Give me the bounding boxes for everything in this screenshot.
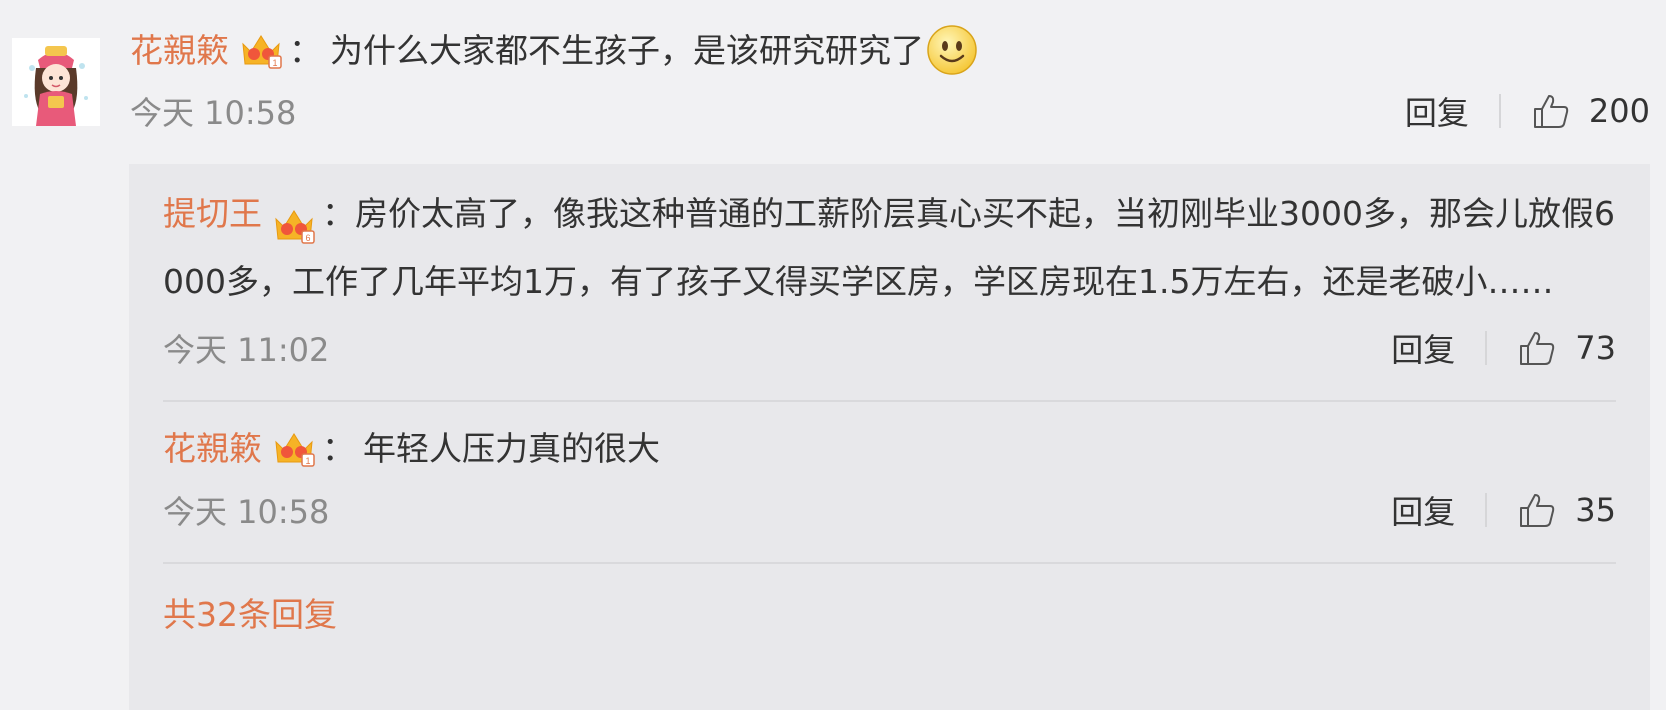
like-button[interactable]: 73	[1517, 328, 1616, 368]
comment-text: 为什么大家都不生孩子，是该研究研究了	[330, 30, 924, 70]
avatar-illustration	[12, 38, 100, 126]
reply-button[interactable]: 回复	[1391, 325, 1455, 371]
thumbs-up-icon	[1520, 494, 1555, 527]
main-comment: 花親簌 1 ： 为什么大家都不生孩子，是该研究研究了 今天 10:58 回复 2…	[130, 18, 1650, 140]
comment-timestamp: 今天 10:58	[130, 94, 297, 132]
reply-actions: 回复 35	[1391, 478, 1616, 542]
replies-panel: 提切王 6 ：房价太高了，像我这种普通的工薪阶层真心买不起，当初刚毕业3000多…	[129, 164, 1650, 710]
reply-timestamp: 今天 11:02	[163, 331, 330, 369]
reply-separator: ：	[322, 428, 355, 468]
main-comment-line: 花親簌 1 ： 为什么大家都不生孩子，是该研究研究了	[130, 18, 1650, 82]
reply-timestamp: 今天 10:58	[163, 493, 330, 531]
reply-line: 提切王 6 ：房价太高了，像我这种普通的工薪阶层真心买不起，当初刚毕业3000多…	[163, 164, 1616, 316]
reply-meta: 今天 10:58 回复 35	[163, 478, 1616, 542]
thumbs-up-icon	[1533, 95, 1569, 128]
comment-separator: ：	[289, 30, 322, 70]
action-divider	[1485, 331, 1488, 365]
smile-emoji-icon	[926, 24, 978, 76]
reply-item: 提切王 6 ：房价太高了，像我这种普通的工薪阶层真心买不起，当初刚毕业3000多…	[163, 164, 1616, 402]
like-count: 35	[1575, 491, 1616, 529]
reply-line: 花親簌 1 ： 年轻人压力真的很大	[163, 418, 1616, 478]
comment-avatar[interactable]	[12, 38, 100, 126]
reply-text: 房价太高了，像我这种普通的工薪阶层真心买不起，当初刚毕业3000多，那会儿放假6…	[163, 194, 1615, 301]
like-count: 73	[1575, 329, 1616, 367]
vip-crown-icon[interactable]: 6	[272, 190, 316, 244]
comment-actions: 回复 200	[1405, 82, 1650, 140]
vip-crown-icon[interactable]: 1	[239, 28, 283, 72]
svg-text:6: 6	[305, 233, 310, 243]
comment-username[interactable]: 花親簌	[130, 34, 229, 67]
like-button[interactable]: 200	[1531, 91, 1650, 131]
reply-username[interactable]: 提切王	[163, 194, 262, 233]
thumbs-up-icon	[1520, 332, 1555, 365]
action-divider	[1485, 493, 1488, 527]
main-comment-meta: 今天 10:58 回复 200	[130, 82, 1650, 140]
reply-separator: ：	[322, 194, 355, 233]
replies-list: 提切王 6 ：房价太高了，像我这种普通的工薪阶层真心买不起，当初刚毕业3000多…	[163, 164, 1616, 636]
reply-actions: 回复 73	[1391, 316, 1616, 380]
reply-divider	[163, 562, 1616, 564]
like-count: 200	[1588, 92, 1650, 130]
svg-text:1: 1	[305, 456, 310, 466]
view-all-replies-link[interactable]: 共32条回复	[163, 588, 1616, 636]
reply-button[interactable]: 回复	[1405, 88, 1469, 134]
reply-button[interactable]: 回复	[1391, 487, 1455, 533]
reply-item: 花親簌 1 ： 年轻人压力真的很大 今天 10:58 回复 35	[163, 402, 1616, 564]
like-button[interactable]: 35	[1517, 490, 1616, 530]
vip-crown-icon[interactable]: 1	[272, 426, 316, 470]
svg-text:1: 1	[272, 58, 277, 68]
reply-username[interactable]: 花親簌	[163, 432, 262, 465]
reply-meta: 今天 11:02 回复 73	[163, 316, 1616, 380]
reply-text: 年轻人压力真的很大	[363, 428, 660, 468]
action-divider	[1498, 94, 1501, 128]
